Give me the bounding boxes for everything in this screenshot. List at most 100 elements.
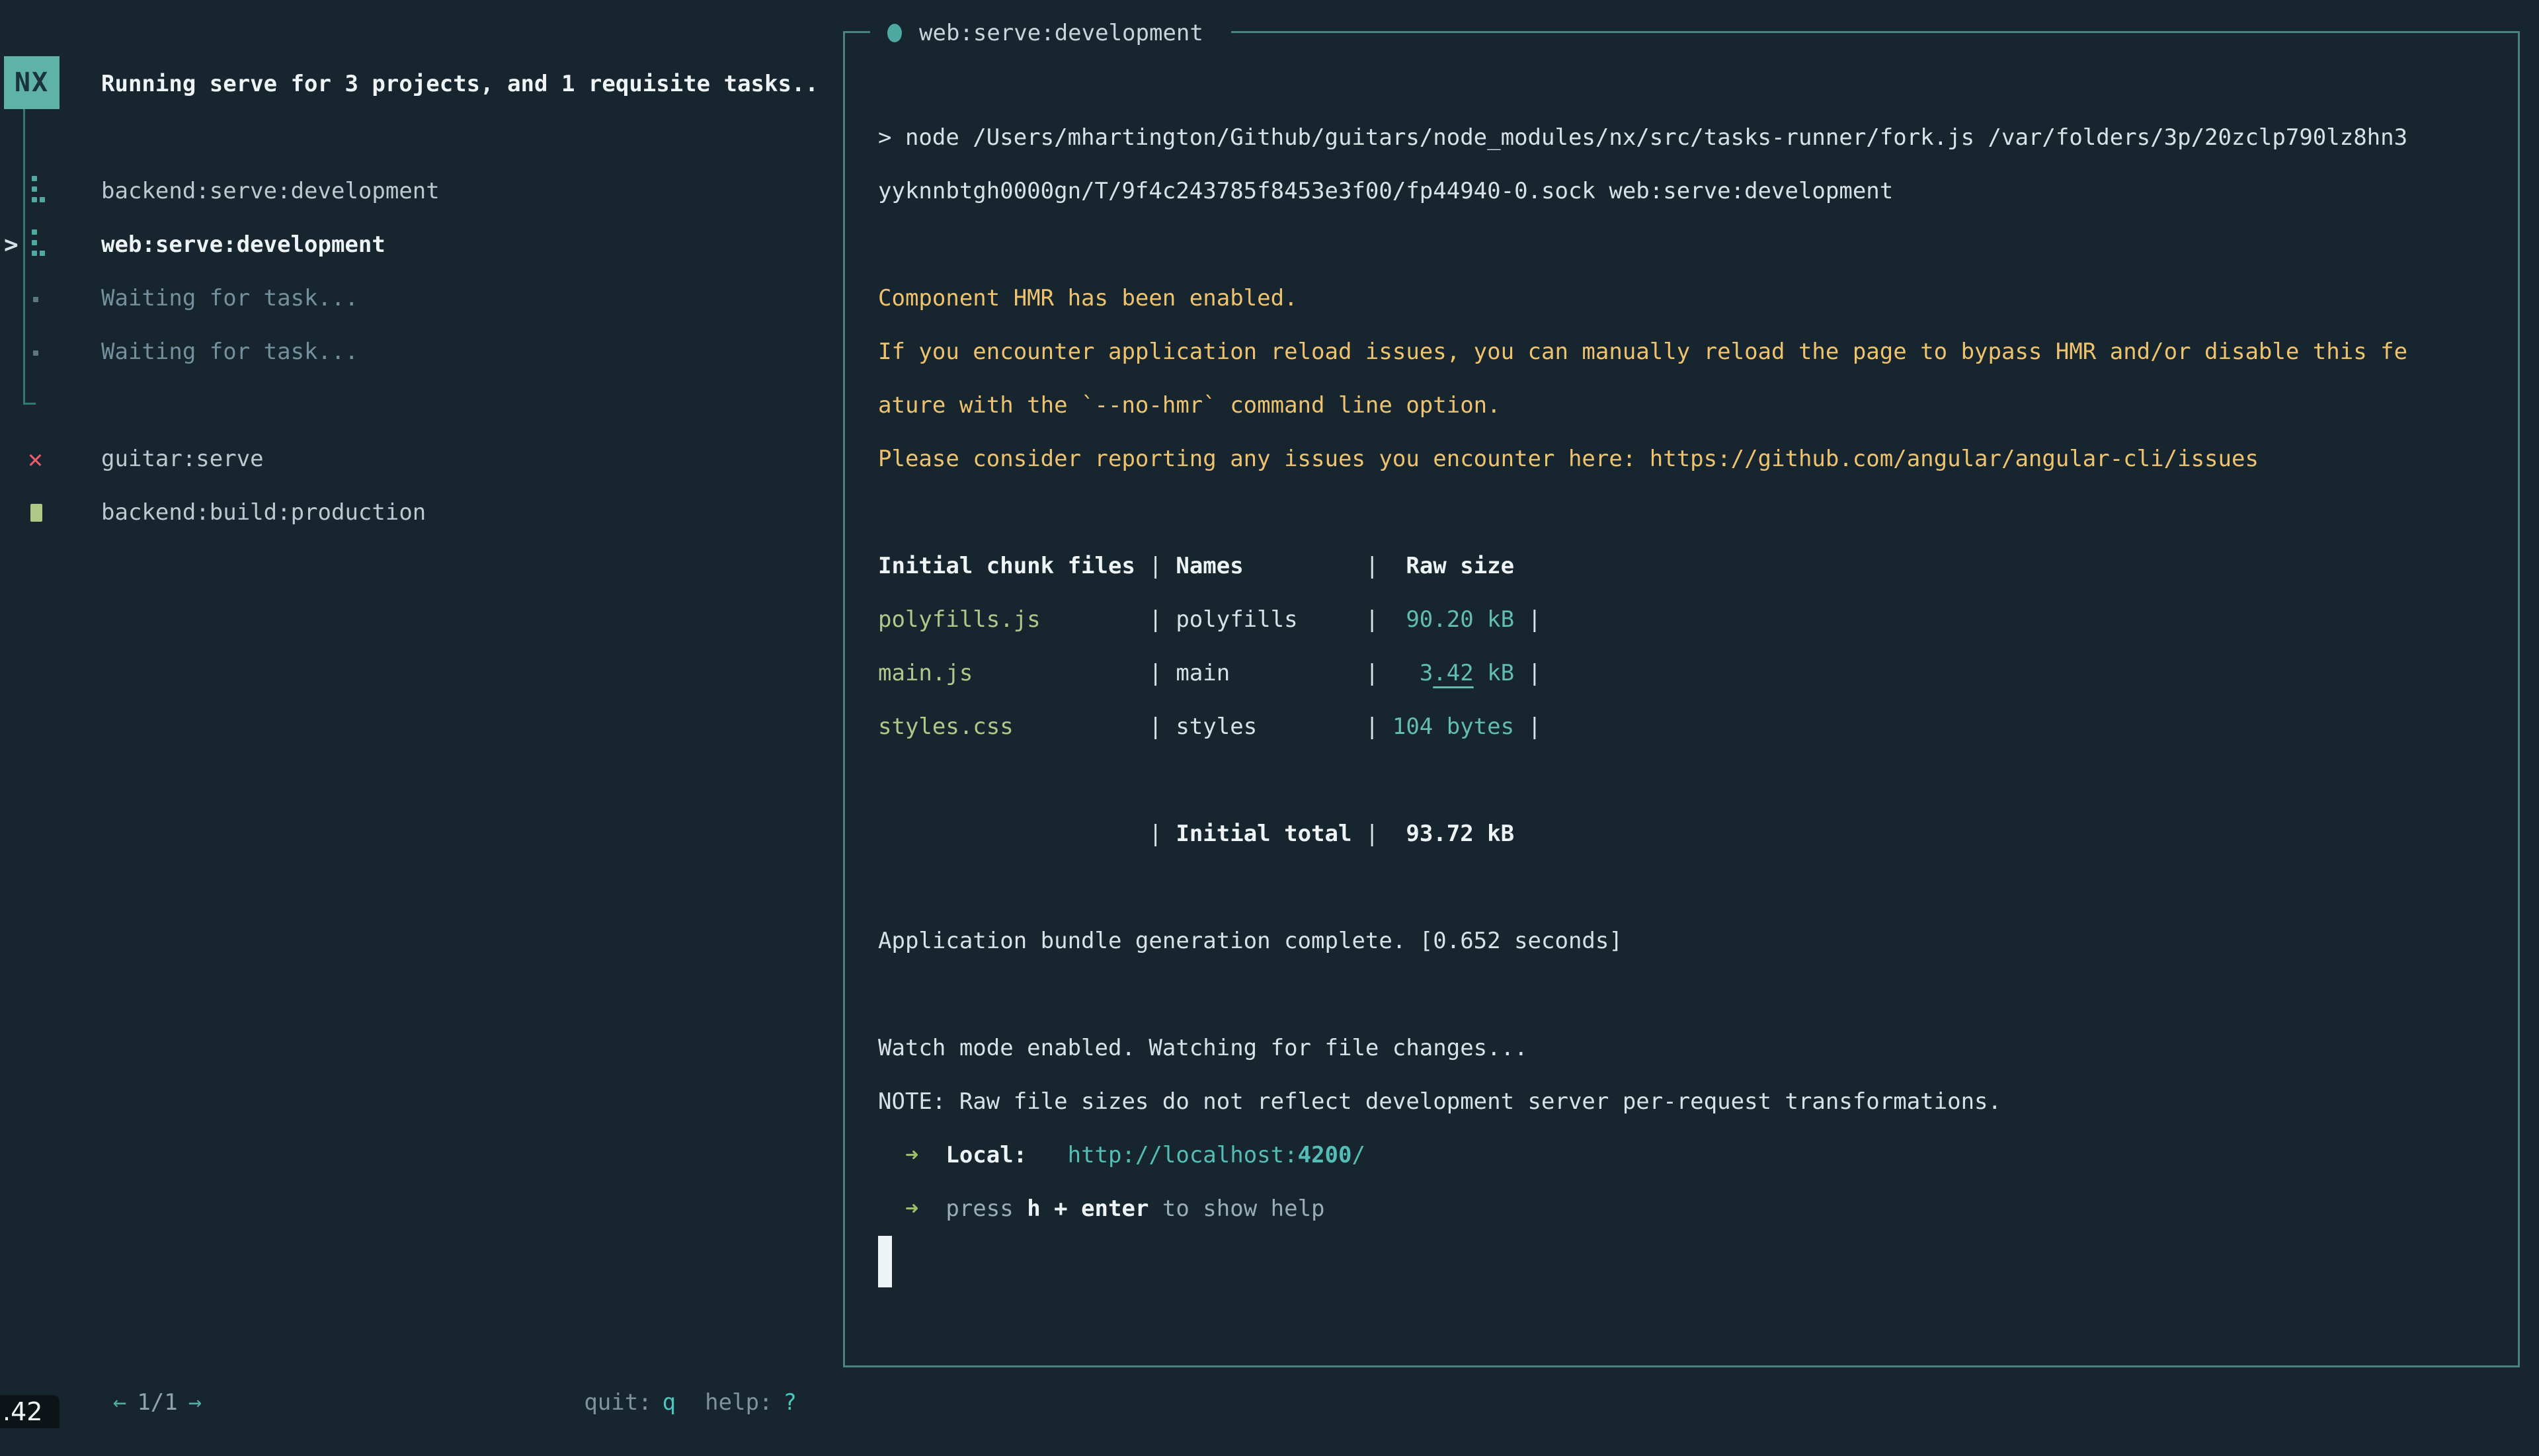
terminal-line: ➜ press h + enter to show help	[878, 1182, 2510, 1236]
sidebar-item-waiting-task-2[interactable]: Waiting for task...	[0, 325, 840, 379]
panel-header: web:serve:development	[870, 15, 1231, 52]
terminal-text: | styles |	[1014, 713, 1392, 740]
terminal-line: > node /Users/mhartington/Github/guitars…	[878, 111, 2510, 165]
terminal-text: | polyfills |	[1041, 606, 1406, 633]
task-output-panel: web:serve:development > node /Users/mhar…	[843, 31, 2520, 1367]
task-label: backend:build:production	[101, 486, 426, 540]
terminal-line	[878, 1236, 2510, 1289]
terminal-line: ➜ Local: http://localhost:4200/	[878, 1129, 2510, 1182]
terminal-text: Local:	[946, 1142, 1027, 1168]
sidebar-item-waiting-task-1[interactable]: Waiting for task...	[0, 272, 840, 325]
corner-overlay: .42	[0, 1395, 60, 1428]
terminal-text: Names	[1176, 553, 1243, 579]
terminal-line	[878, 861, 2510, 914]
task-label: guitar:serve	[101, 432, 264, 486]
terminal-text: Watch mode enabled. Watching for file ch…	[878, 1035, 1528, 1061]
terminal-line: styles.css | styles | 104 bytes |	[878, 700, 2510, 754]
keyboard-hints: quit:qhelp:?	[0, 1349, 797, 1385]
terminal-line	[878, 486, 2510, 540]
task-list-spacer	[0, 379, 840, 432]
terminal-text: to show help	[1149, 1195, 1324, 1222]
sidebar-item-guitar-serve[interactable]: ✕ guitar:serve	[0, 432, 840, 486]
terminal-line: ature with the `--no-hmr` command line o…	[878, 379, 2510, 432]
terminal-text: > node /Users/mhartington/Github/guitars…	[878, 124, 2407, 151]
terminal-text: |	[1514, 606, 1541, 633]
terminal-text: polyfills.js	[878, 606, 1041, 633]
terminal-text: styles.css	[878, 713, 1014, 740]
terminal-text: Please consider reporting any issues you…	[878, 446, 2259, 472]
local-url-link[interactable]: 4200	[1298, 1142, 1352, 1168]
help-hint-label: help:	[705, 1389, 772, 1416]
task-list: backend:serve:development > web:serve:deve…	[0, 165, 840, 540]
terminal-line: yyknnbtgh0000gn/T/9f4c243785f8453e3f00/f…	[878, 165, 2510, 218]
local-url-link[interactable]: http://localhost:	[1068, 1142, 1298, 1168]
terminal-text: main.js	[878, 660, 973, 686]
terminal-text	[1027, 1142, 1067, 1168]
terminal-line: main.js | main | 3.42 kB |	[878, 647, 2510, 700]
terminal-line: NOTE: Raw file sizes do not reflect deve…	[878, 1075, 2510, 1129]
terminal-text: 104 bytes	[1392, 713, 1514, 740]
terminal-text: ➜	[878, 1195, 946, 1222]
sidebar-item-backend-build-production[interactable]: backend:build:production	[0, 486, 840, 540]
terminal-text: |	[1244, 553, 1406, 579]
terminal-text: Initial chunk files	[878, 553, 1135, 579]
terminal-text: |	[1514, 713, 1541, 740]
quit-hint-label: quit:	[584, 1389, 651, 1416]
local-url-link[interactable]: /	[1352, 1142, 1365, 1168]
waiting-dot-icon	[30, 272, 46, 325]
page-title: Running serve for 3 projects, and 1 requ…	[101, 58, 819, 111]
quit-hint-key: q	[663, 1389, 676, 1416]
terminal-text: h + enter	[1027, 1195, 1149, 1222]
nx-logo-badge: NX	[4, 56, 60, 109]
terminal-output[interactable]: > node /Users/mhartington/Github/guitars…	[878, 111, 2510, 1289]
terminal-text: Component HMR has been enabled.	[878, 285, 1298, 311]
status-dot-icon	[887, 24, 902, 42]
spinner-icon	[30, 165, 46, 218]
terminal-text: |	[1514, 660, 1541, 686]
terminal-line: | Initial total | 93.72 kB	[878, 807, 2510, 861]
cached-square-icon	[30, 486, 46, 540]
terminal-line	[878, 968, 2510, 1022]
failed-cross-icon: ✕	[28, 432, 44, 486]
waiting-dot-icon	[30, 325, 46, 379]
task-label: backend:serve:development	[101, 165, 440, 218]
terminal-text: yyknnbtgh0000gn/T/9f4c243785f8453e3f00/f…	[878, 178, 1893, 204]
page-indicator: 1/1	[126, 1389, 188, 1416]
terminal-text: |	[1351, 821, 1406, 847]
terminal-line: polyfills.js | polyfills | 90.20 kB |	[878, 593, 2510, 647]
terminal-text: 90.20 kB	[1406, 606, 1514, 633]
terminal-text: | main |	[973, 660, 1420, 686]
help-hint-key: ?	[784, 1389, 797, 1416]
terminal-text: Initial total	[1176, 821, 1351, 847]
terminal-text: .42	[1433, 660, 1473, 686]
task-label: web:serve:development	[101, 218, 385, 272]
task-label: Waiting for task...	[101, 325, 358, 379]
terminal-line: Application bundle generation complete. …	[878, 914, 2510, 968]
spinner-icon	[30, 218, 46, 272]
terminal-line: Watch mode enabled. Watching for file ch…	[878, 1022, 2510, 1075]
prev-page-arrow-icon[interactable]: ←	[113, 1389, 126, 1416]
terminal-text: ➜	[878, 1142, 946, 1168]
terminal-text: |	[1135, 553, 1176, 579]
terminal-line	[878, 754, 2510, 807]
terminal-text: Raw size	[1406, 553, 1514, 579]
panel-title: web:serve:development	[919, 15, 1203, 52]
terminal-line: Component HMR has been enabled.	[878, 272, 2510, 325]
terminal-line: Initial chunk files | Names | Raw size	[878, 540, 2510, 593]
terminal-text: 93.72 kB	[1406, 821, 1514, 847]
terminal-text: If you encounter application reload issu…	[878, 339, 2407, 365]
sidebar-item-web-serve-development[interactable]: > web:serve:development	[0, 218, 840, 272]
terminal-line: If you encounter application reload issu…	[878, 325, 2510, 379]
terminal-text: 3	[1420, 660, 1433, 686]
terminal-text: |	[878, 821, 1176, 847]
selection-cursor-icon: >	[4, 218, 19, 272]
terminal-cursor	[878, 1236, 892, 1287]
terminal-line	[878, 218, 2510, 272]
nx-tui-screen: NX Running serve for 3 projects, and 1 r…	[0, 0, 2539, 1428]
terminal-text: kB	[1474, 660, 1514, 686]
terminal-text: Application bundle generation complete. …	[878, 928, 1623, 954]
sidebar-item-backend-serve-development[interactable]: backend:serve:development	[0, 165, 840, 218]
terminal-text: press	[946, 1195, 1027, 1222]
terminal-text: NOTE: Raw file sizes do not reflect deve…	[878, 1088, 2001, 1115]
next-page-arrow-icon[interactable]: →	[188, 1389, 202, 1416]
